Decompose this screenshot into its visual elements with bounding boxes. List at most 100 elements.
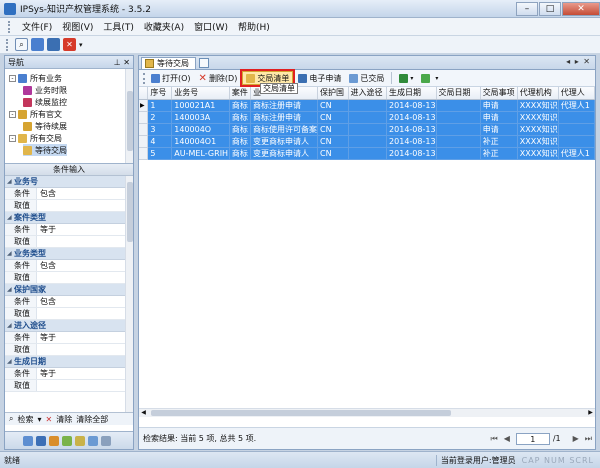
table-cell[interactable] bbox=[558, 123, 595, 136]
column-header[interactable]: 案件 bbox=[229, 87, 252, 100]
table-cell[interactable]: 商标 bbox=[229, 123, 252, 136]
delete-button[interactable]: ✕ 删除(D) bbox=[196, 71, 241, 85]
scroll-thumb[interactable] bbox=[151, 410, 451, 416]
menu-file[interactable]: 文件(F) bbox=[17, 20, 57, 33]
tab-waiting-submit[interactable]: 等待交局 bbox=[141, 57, 196, 69]
exit-icon[interactable]: ✕ bbox=[63, 38, 76, 51]
last-page-icon[interactable]: ⏭ bbox=[585, 434, 592, 444]
table-cell[interactable]: 商标 bbox=[229, 135, 252, 148]
table-cell[interactable] bbox=[436, 111, 481, 124]
nav-tree-item[interactable]: 业务时限 bbox=[23, 84, 67, 96]
table-cell[interactable]: 商标使用许可备案 bbox=[250, 123, 319, 136]
new-tab-icon[interactable] bbox=[199, 58, 209, 68]
row-indicator[interactable] bbox=[139, 147, 149, 160]
nav-tree-item[interactable]: - 所有官文 bbox=[9, 108, 62, 120]
table-cell[interactable]: 申请 bbox=[480, 111, 518, 124]
condition-value[interactable] bbox=[37, 236, 40, 247]
folder-icon[interactable] bbox=[75, 435, 85, 446]
table-cell[interactable]: 140004O1 bbox=[171, 135, 230, 148]
condition-value[interactable]: 等于 bbox=[37, 368, 56, 379]
clear-button[interactable]: 清除 bbox=[56, 414, 72, 425]
table-cell[interactable]: 4 bbox=[147, 135, 173, 148]
conditions-scrollbar[interactable] bbox=[125, 176, 133, 412]
search-dropdown-icon[interactable]: ▾ bbox=[37, 415, 41, 424]
row-indicator[interactable] bbox=[139, 111, 149, 124]
nav-tree-item[interactable]: 等待续展 bbox=[23, 120, 67, 132]
page-input[interactable]: 1 bbox=[515, 432, 550, 445]
condition-value[interactable]: 等于 bbox=[37, 224, 56, 235]
table-cell[interactable]: AU-MEL-GRIH bbox=[171, 147, 230, 160]
submitted-button[interactable]: 已交局 bbox=[346, 71, 387, 85]
condition-row[interactable]: 取值 bbox=[5, 272, 133, 284]
options-icon[interactable] bbox=[101, 435, 111, 446]
table-cell[interactable] bbox=[348, 123, 388, 136]
scroll-left-icon[interactable]: ◀ bbox=[139, 409, 148, 417]
table-cell[interactable]: 2014-08-13 bbox=[386, 123, 437, 136]
table-row[interactable]: 4 140004O1 商标 变更商标申请人 CN 2014-08-13 补正 XXXX知识 bbox=[139, 135, 595, 148]
table-cell[interactable]: 变更商标申请人 bbox=[250, 147, 319, 160]
table-cell[interactable]: CN bbox=[317, 147, 349, 160]
row-indicator[interactable]: ▶ bbox=[139, 99, 149, 112]
table-cell[interactable]: CN bbox=[317, 123, 349, 136]
nav-tree-item[interactable]: 续展监控 bbox=[23, 96, 67, 108]
table-row[interactable]: ▶ 1 100021A1 商标 商标注册申请 CN 2014-08-13 申请 XXXX知识 代理… bbox=[139, 99, 595, 112]
search-button[interactable]: 检索 bbox=[17, 414, 33, 425]
first-page-icon[interactable]: ⏮ bbox=[490, 434, 497, 444]
row-indicator[interactable] bbox=[139, 123, 149, 136]
table-cell[interactable]: 补正 bbox=[480, 135, 518, 148]
nav-icon[interactable] bbox=[23, 435, 33, 446]
settings-icon[interactable] bbox=[47, 38, 60, 51]
expander-icon[interactable]: - bbox=[9, 110, 16, 118]
table-cell[interactable] bbox=[436, 135, 481, 148]
column-header[interactable]: 业务号 bbox=[171, 87, 230, 100]
table-cell[interactable]: 商标 bbox=[229, 99, 252, 112]
table-cell[interactable]: 3 bbox=[147, 123, 173, 136]
minimize-button[interactable]: – bbox=[516, 1, 538, 16]
open-button[interactable]: 打开(O) bbox=[148, 71, 194, 85]
table-cell[interactable]: 2014-08-13 bbox=[386, 99, 437, 112]
condition-group[interactable]: 生成日期 bbox=[5, 356, 133, 368]
condition-value[interactable] bbox=[37, 272, 40, 283]
table-cell[interactable]: XXXX知识 bbox=[517, 147, 559, 160]
table-cell[interactable] bbox=[558, 135, 595, 148]
condition-value[interactable]: 包含 bbox=[37, 188, 56, 199]
condition-group[interactable]: 业务号 bbox=[5, 176, 133, 188]
nav-scrollbar[interactable] bbox=[125, 69, 133, 163]
table-cell[interactable]: CN bbox=[317, 135, 349, 148]
table-cell[interactable]: CN bbox=[317, 111, 349, 124]
expander-icon[interactable]: - bbox=[9, 134, 16, 142]
nav-tree-item[interactable]: - 所有业务 bbox=[9, 72, 62, 84]
column-header[interactable]: 生成日期 bbox=[386, 87, 437, 100]
menu-view[interactable]: 视图(V) bbox=[57, 20, 98, 33]
table-cell[interactable]: 2014-08-13 bbox=[386, 147, 437, 160]
export-button[interactable]: ▾ bbox=[396, 71, 416, 85]
table-cell[interactable]: CN bbox=[317, 99, 349, 112]
table-cell[interactable] bbox=[436, 147, 481, 160]
table-cell[interactable]: 140004O bbox=[171, 123, 230, 136]
table-cell[interactable]: 补正 bbox=[480, 147, 518, 160]
table-cell[interactable]: 商标 bbox=[229, 111, 252, 124]
nav-tree-item[interactable]: - 所有交局 bbox=[9, 132, 62, 144]
table-cell[interactable]: 代理人1 bbox=[558, 99, 595, 112]
table-row[interactable]: 2 140003A 商标 商标注册申请 CN 2014-08-13 申请 XXXX知识 bbox=[139, 111, 595, 124]
toolbar-overflow-icon[interactable]: ▾ bbox=[79, 41, 83, 49]
condition-row[interactable]: 条件 等于 bbox=[5, 368, 133, 380]
next-page-icon[interactable]: ▶ bbox=[573, 434, 579, 443]
condition-value[interactable] bbox=[37, 308, 40, 319]
scroll-thumb[interactable] bbox=[127, 91, 133, 151]
table-cell[interactable]: 5 bbox=[147, 147, 173, 160]
menu-help[interactable]: 帮助(H) bbox=[233, 20, 275, 33]
table-row[interactable]: 5 AU-MEL-GRIH 商标 变更商标申请人 CN 2014-08-13 补正 XXXX知… bbox=[139, 147, 595, 160]
filter-icon[interactable] bbox=[36, 435, 46, 446]
table-cell[interactable] bbox=[436, 123, 481, 136]
table-cell[interactable]: 商标注册申请 bbox=[250, 99, 319, 112]
condition-row[interactable]: 条件 包含 bbox=[5, 260, 133, 272]
table-row[interactable]: 3 140004O 商标 商标使用许可备案 CN 2014-08-13 申请 XXXX知识 bbox=[139, 123, 595, 136]
chart-icon[interactable] bbox=[62, 435, 72, 446]
column-header[interactable]: 交局日期 bbox=[436, 87, 481, 100]
menu-favorites[interactable]: 收藏夹(A) bbox=[139, 20, 189, 33]
column-header[interactable]: 代理机构 bbox=[517, 87, 559, 100]
condition-group[interactable]: 进入途径 bbox=[5, 320, 133, 332]
table-cell[interactable]: XXXX知识 bbox=[517, 99, 559, 112]
report-icon[interactable] bbox=[49, 435, 59, 446]
